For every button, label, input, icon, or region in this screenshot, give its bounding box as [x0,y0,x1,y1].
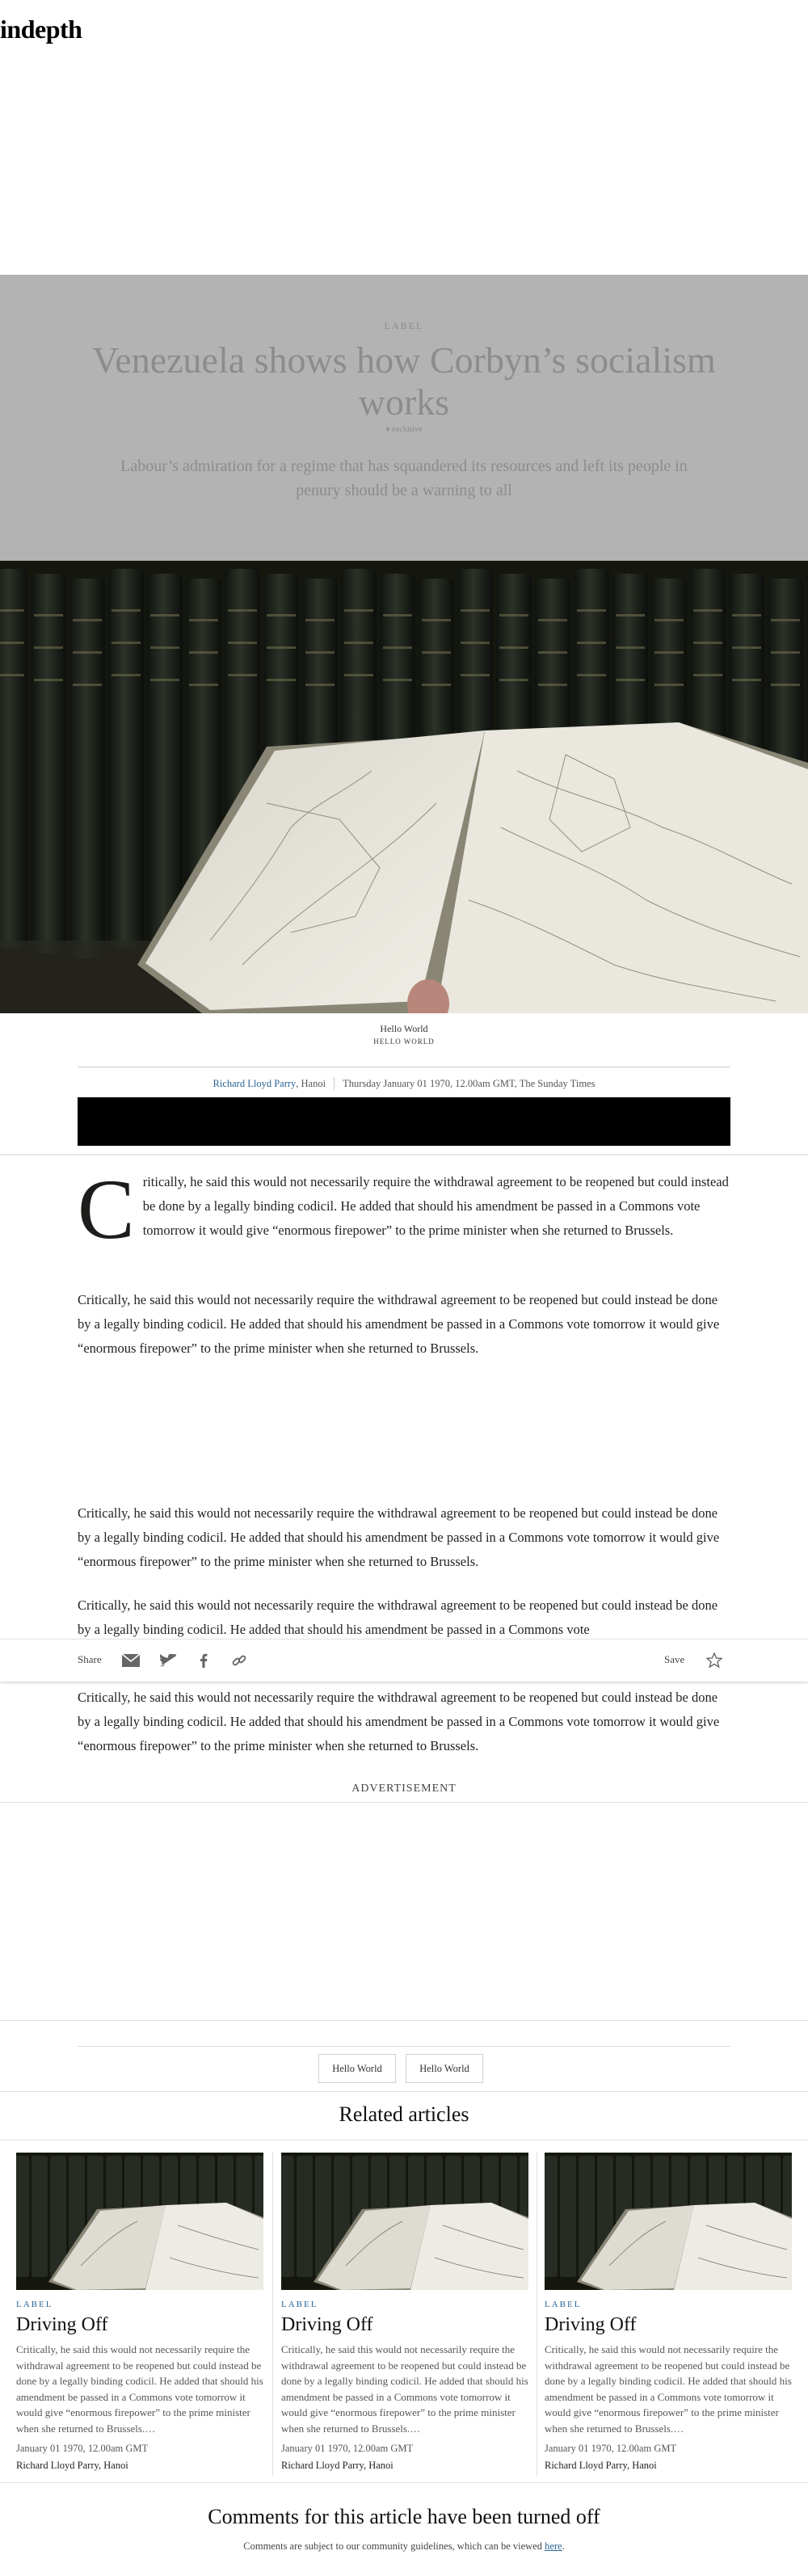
comments-note: Comments are subject to our community gu… [0,2540,808,2553]
site-logo[interactable]: indepth [0,15,82,44]
related-card-image [16,2153,263,2290]
first-paragraph-text: ritically, he said this would not necess… [142,1174,729,1238]
card-divider [272,2153,273,2476]
byline: Richard Lloyd Parry , Hanoi Thursday Jan… [78,1067,730,1101]
related-card-author: Richard Lloyd Parry, Hanoi [545,2460,657,2471]
exclusive-badge: ♦ exclusive [385,425,423,434]
related-card-summary: Critically, he said this would not neces… [16,2343,263,2435]
hero-label: LABEL [384,320,424,331]
ad-top-border [0,1802,808,1803]
related-card-image [281,2153,528,2290]
article-paragraph-first: Critically, he said this would not neces… [78,1162,730,1256]
article-paragraph: Critically, he said this would not neces… [78,1505,720,1569]
comments-heading: Comments for this article have been turn… [208,2505,600,2528]
publish-date: Thursday January 01 1970, 12.00am GMT, T… [343,1077,595,1089]
advertisement-label: ADVERTISEMENT [351,1783,457,1795]
article-paragraph: Critically, he said this would not neces… [78,1292,720,1356]
related-card-title[interactable]: Driving Off [545,2313,792,2337]
related-card-summary: Critically, he said this would not neces… [281,2343,528,2435]
drop-cap: C [78,1162,135,1256]
image-caption: Hello World [380,1023,428,1034]
image-credit: HELLO WORLD [373,1038,435,1046]
standfirst: Labour’s admiration for a regime that ha… [120,457,688,499]
tags-divider [78,2046,730,2047]
related-card-title[interactable]: Driving Off [281,2313,528,2337]
byline-divider [334,1077,335,1090]
topic-tag[interactable]: Hello World [318,2054,396,2083]
related-card-label: LABEL [281,2300,318,2309]
headline: Venezuela shows how Corbyn’s socialism w… [92,339,716,423]
author-link[interactable]: Richard Lloyd Parry [213,1078,297,1090]
related-card-date: January 01 1970, 12.00am GMT [16,2443,149,2454]
comments-note-end: . [562,2540,565,2552]
ad-bottom-border [0,2020,808,2021]
section-divider [0,1154,808,1155]
comments-note-text: Comments are subject to our community gu… [243,2540,545,2552]
share-label: Share [78,1653,102,1665]
article-hero: LABEL Venezuela shows how Corbyn’s socia… [0,275,808,561]
related-card-title[interactable]: Driving Off [16,2313,263,2337]
related-top-border [0,2091,808,2092]
banner-slot [78,1097,730,1146]
related-card[interactable]: LABEL Driving Off Critically, he said th… [16,2153,263,2472]
lead-image [0,561,808,1013]
related-card-date: January 01 1970, 12.00am GMT [545,2443,677,2454]
save-label[interactable]: Save [664,1653,684,1666]
related-card-image [545,2153,792,2290]
star-icon[interactable] [705,1651,724,1670]
related-card-author: Richard Lloyd Parry, Hanoi [16,2460,128,2471]
facebook-icon[interactable] [194,1651,213,1670]
related-heading: Related articles [339,2102,469,2126]
twitter-icon[interactable] [158,1651,178,1670]
comments-top-border [0,2482,808,2483]
guidelines-link[interactable]: here [545,2540,562,2552]
related-card[interactable]: LABEL Driving Off Critically, he said th… [545,2153,792,2472]
article-paragraph: Critically, he said this would not neces… [78,1597,718,1637]
author-location: , Hanoi [296,1077,326,1089]
related-card[interactable]: LABEL Driving Off Critically, he said th… [281,2153,528,2472]
related-card-date: January 01 1970, 12.00am GMT [281,2443,414,2454]
related-card-summary: Critically, he said this would not neces… [545,2343,792,2435]
related-card-label: LABEL [545,2300,582,2309]
related-card-author: Richard Lloyd Parry, Hanoi [281,2460,393,2471]
topic-tag[interactable]: Hello World [406,2054,483,2083]
share-bar: Share Save [0,1639,808,1682]
related-card-label: LABEL [16,2300,53,2309]
article-paragraph: Critically, he said this would not neces… [78,1690,720,1753]
email-icon[interactable] [121,1651,141,1670]
link-icon[interactable] [229,1651,249,1670]
